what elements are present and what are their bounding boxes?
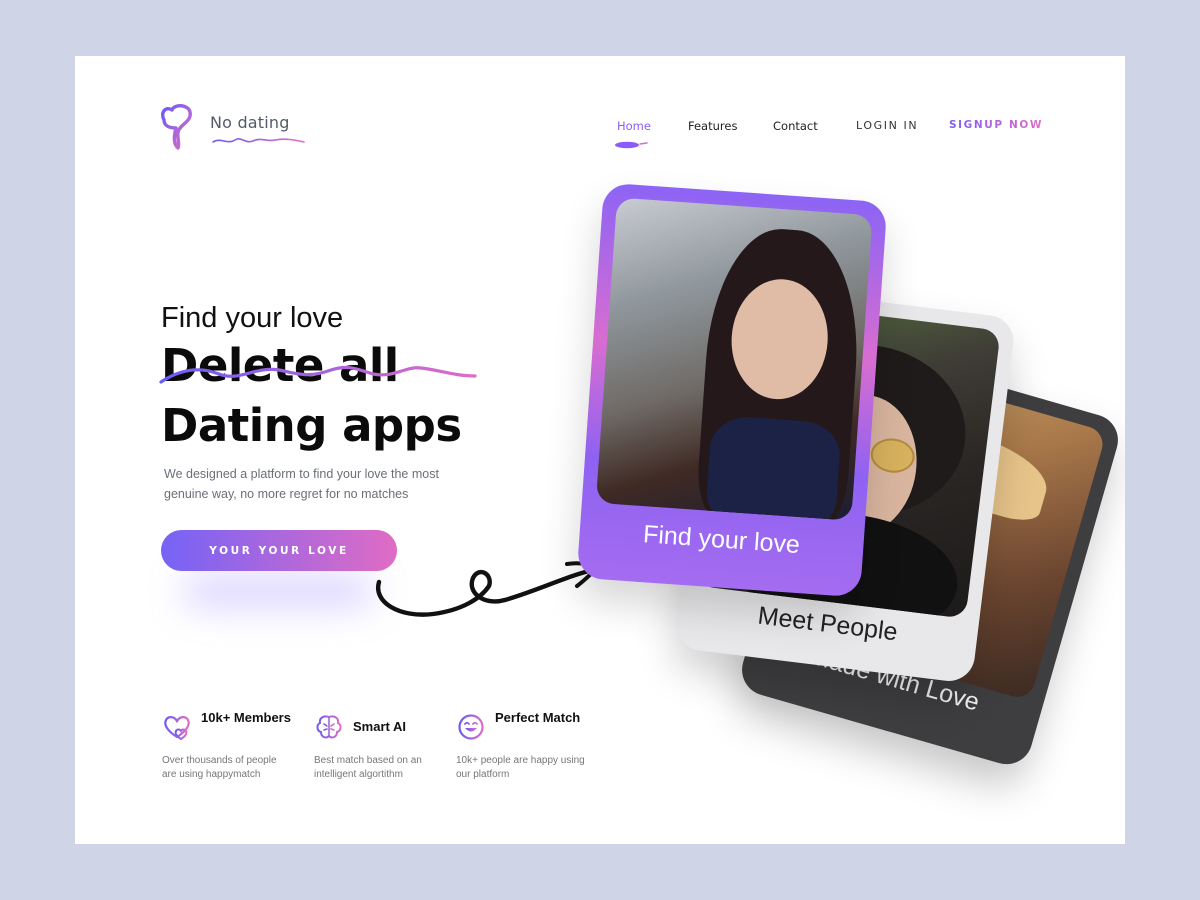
hero-kicker: Find your love [161,302,344,334]
cta-glow [183,576,373,606]
profile-card-find-your-love[interactable]: Find your love [576,182,888,598]
nav-login-link[interactable]: LOGIN IN [856,119,918,132]
nav-home[interactable]: Home [617,119,651,133]
brand-underline-squiggle [212,138,305,143]
nav-signup-link[interactable]: SIGNUP NOW [949,119,1043,131]
hearts-icon [164,716,190,741]
find-love-button[interactable]: YOUR YOUR LOVE [161,530,397,571]
hero-description: We designed a platform to find your love… [164,467,439,501]
feature-description: Best match based on an intelligent algor… [314,755,422,780]
feature-title: Smart AI [353,719,406,734]
nav-active-indicator [615,141,648,149]
feature-description: Over thousands of people are using happy… [162,755,277,780]
hero-headline-line2: Dating apps [161,399,462,452]
card-label: Find your love [642,520,801,560]
landing-page: No dating Home Features Contact LOGIN IN… [75,56,1125,844]
nav-features[interactable]: Features [688,119,737,133]
feature-description: 10k+ people are happy using our platform [456,755,585,780]
hand-drawn-arrow [375,561,599,617]
feature-title: Perfect Match [495,710,581,725]
brand-name[interactable]: No dating [210,113,290,132]
brain-icon [316,715,342,739]
nav-contact[interactable]: Contact [773,119,818,133]
strikethrough-squiggle [159,365,477,384]
feature-title: 10k+ Members [201,710,291,725]
logo-icon[interactable] [158,102,198,152]
profile-photo [595,197,873,521]
smile-icon [458,714,484,740]
